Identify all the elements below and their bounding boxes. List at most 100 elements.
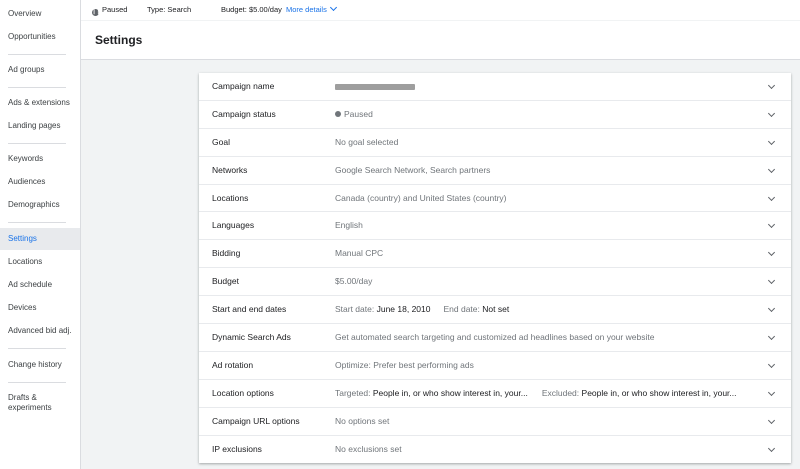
chevron-down-icon[interactable]	[767, 305, 776, 313]
setting-row-start-end-dates[interactable]: Start and end dates Start date: June 18,…	[199, 296, 791, 325]
sidebar-item-keywords[interactable]: Keywords	[0, 148, 80, 170]
setting-label: Ad rotation	[212, 359, 254, 370]
setting-row-campaign-status[interactable]: Campaign status Paused	[199, 101, 791, 129]
setting-label: Start and end dates	[212, 304, 287, 315]
targeted-value: People in, or who show interest in, your…	[372, 387, 528, 398]
sidebar-item-advanced-bid-adj[interactable]: Advanced bid adj.	[0, 320, 80, 342]
sidebar-item-drafts-experiments[interactable]: Drafts & experiments	[0, 392, 80, 416]
sidebar-item-landing-pages[interactable]: Landing pages	[0, 115, 80, 137]
chevron-down-icon[interactable]	[767, 416, 776, 424]
setting-label: Locations	[212, 192, 249, 203]
setting-value-text: Paused	[344, 108, 373, 119]
sidebar-item-audiences[interactable]: Audiences	[0, 171, 80, 193]
excluded-prefix: Excluded:	[541, 387, 580, 398]
campaign-type: Type: Search	[147, 5, 192, 14]
end-date-value: Not set	[482, 304, 510, 315]
sidebar-item-ads-extensions[interactable]: Ads & extensions	[0, 92, 80, 114]
setting-label: Location options	[212, 387, 274, 398]
sidebar-divider	[8, 143, 66, 144]
setting-value: Optimize: Prefer best performing ads	[335, 359, 474, 370]
sidebar-item-devices[interactable]: Devices	[0, 297, 80, 319]
chevron-down-icon[interactable]	[767, 221, 776, 229]
setting-row-bidding[interactable]: Bidding Manual CPC	[199, 240, 791, 269]
sidebar-item-ad-groups[interactable]: Ad groups	[0, 59, 80, 81]
setting-row-locations[interactable]: Locations Canada (country) and United St…	[199, 185, 791, 213]
setting-row-ad-rotation[interactable]: Ad rotation Optimize: Prefer best perfor…	[199, 352, 791, 380]
campaign-budget: Budget: $5.00/day	[221, 5, 282, 14]
chevron-down-icon[interactable]	[767, 137, 776, 145]
setting-label: IP exclusions	[212, 443, 262, 454]
setting-label: Bidding	[212, 248, 241, 259]
setting-value: No goal selected	[335, 136, 399, 147]
setting-row-networks[interactable]: Networks Google Search Network, Search p…	[199, 157, 791, 185]
setting-label: Budget	[212, 276, 239, 287]
setting-value: $5.00/day	[335, 276, 373, 287]
setting-label: Campaign status	[212, 108, 276, 119]
sidebar-item-locations[interactable]: Locations	[0, 251, 80, 273]
campaign-status: ❙❙ Paused	[92, 0, 127, 20]
settings-card: Campaign name Campaign status Paused Goa…	[199, 73, 791, 463]
targeted-prefix: Targeted:	[335, 387, 371, 398]
setting-row-location-options[interactable]: Location options Targeted: People in, or…	[199, 380, 791, 408]
end-date-prefix: End date:	[443, 304, 480, 315]
setting-label: Campaign URL options	[212, 415, 300, 426]
setting-value-redacted	[335, 73, 415, 101]
setting-value: Get automated search targeting and custo…	[335, 332, 655, 343]
sidebar-divider	[8, 382, 66, 383]
chevron-down-icon[interactable]	[767, 332, 776, 341]
chevron-down-icon[interactable]	[767, 388, 776, 396]
sidebar-item-opportunities[interactable]: Opportunities	[0, 26, 80, 48]
setting-value: Canada (country) and United States (coun…	[335, 192, 507, 203]
excluded-value: People in, or who show interest in, your…	[581, 387, 737, 398]
chevron-down-icon	[329, 3, 337, 12]
campaign-status-text: Paused	[102, 5, 128, 14]
chevron-down-icon[interactable]	[767, 165, 776, 173]
setting-label: Networks	[212, 164, 248, 175]
chevron-down-icon[interactable]	[767, 81, 776, 90]
sidebar-item-ad-schedule[interactable]: Ad schedule	[0, 274, 80, 296]
setting-label: Campaign name	[212, 81, 275, 91]
sidebar-divider	[8, 348, 66, 349]
redacted-bar	[335, 83, 415, 90]
campaign-status-bar: ❙❙ Paused Type: Search Budget: $5.00/day …	[81, 0, 800, 20]
sidebar-divider	[8, 54, 66, 55]
setting-row-goal[interactable]: Goal No goal selected	[199, 129, 791, 157]
pause-circle-icon: ❙❙	[92, 9, 101, 16]
setting-value: Manual CPC	[335, 248, 384, 259]
setting-row-campaign-name[interactable]: Campaign name	[199, 73, 791, 101]
setting-row-dynamic-search-ads[interactable]: Dynamic Search Ads Get automated search …	[199, 324, 791, 352]
sidebar-divider	[8, 222, 66, 223]
setting-value: No options set	[335, 415, 390, 426]
sidebar-divider	[8, 87, 66, 88]
setting-label: Goal	[212, 136, 230, 147]
chevron-down-icon[interactable]	[767, 360, 776, 368]
setting-value: English	[335, 220, 363, 231]
sidebar-item-overview[interactable]: Overview	[0, 3, 80, 25]
sidebar-item-settings[interactable]: Settings	[0, 228, 80, 250]
page-header: Settings	[81, 21, 800, 60]
sidebar-item-change-history[interactable]: Change history	[0, 354, 80, 376]
setting-row-campaign-url-options[interactable]: Campaign URL options No options set	[199, 408, 791, 436]
chevron-down-icon[interactable]	[767, 277, 776, 285]
chevron-down-icon[interactable]	[767, 444, 776, 452]
pause-circle-icon	[335, 110, 341, 117]
page-title: Settings	[95, 33, 143, 47]
more-details-label: More details	[286, 5, 327, 14]
setting-label: Dynamic Search Ads	[212, 332, 291, 343]
left-sidebar: Overview Opportunities Ad groups Ads & e…	[0, 0, 81, 469]
setting-row-ip-exclusions[interactable]: IP exclusions No exclusions set	[199, 436, 791, 464]
chevron-down-icon[interactable]	[767, 193, 776, 201]
start-date-value: June 18, 2010	[376, 304, 431, 315]
chevron-down-icon[interactable]	[767, 109, 776, 117]
start-date-prefix: Start date:	[335, 304, 375, 315]
setting-value: Paused	[335, 101, 373, 129]
setting-value: No exclusions set	[335, 443, 402, 454]
more-details-link[interactable]: More details	[286, 0, 337, 20]
setting-row-budget[interactable]: Budget $5.00/day	[199, 268, 791, 297]
setting-value: Targeted: People in, or who show interes…	[335, 380, 737, 408]
setting-row-languages[interactable]: Languages English	[199, 212, 791, 241]
setting-value: Google Search Network, Search partners	[335, 164, 491, 175]
chevron-down-icon[interactable]	[767, 249, 776, 257]
sidebar-item-demographics[interactable]: Demographics	[0, 194, 80, 216]
setting-label: Languages	[212, 220, 255, 231]
